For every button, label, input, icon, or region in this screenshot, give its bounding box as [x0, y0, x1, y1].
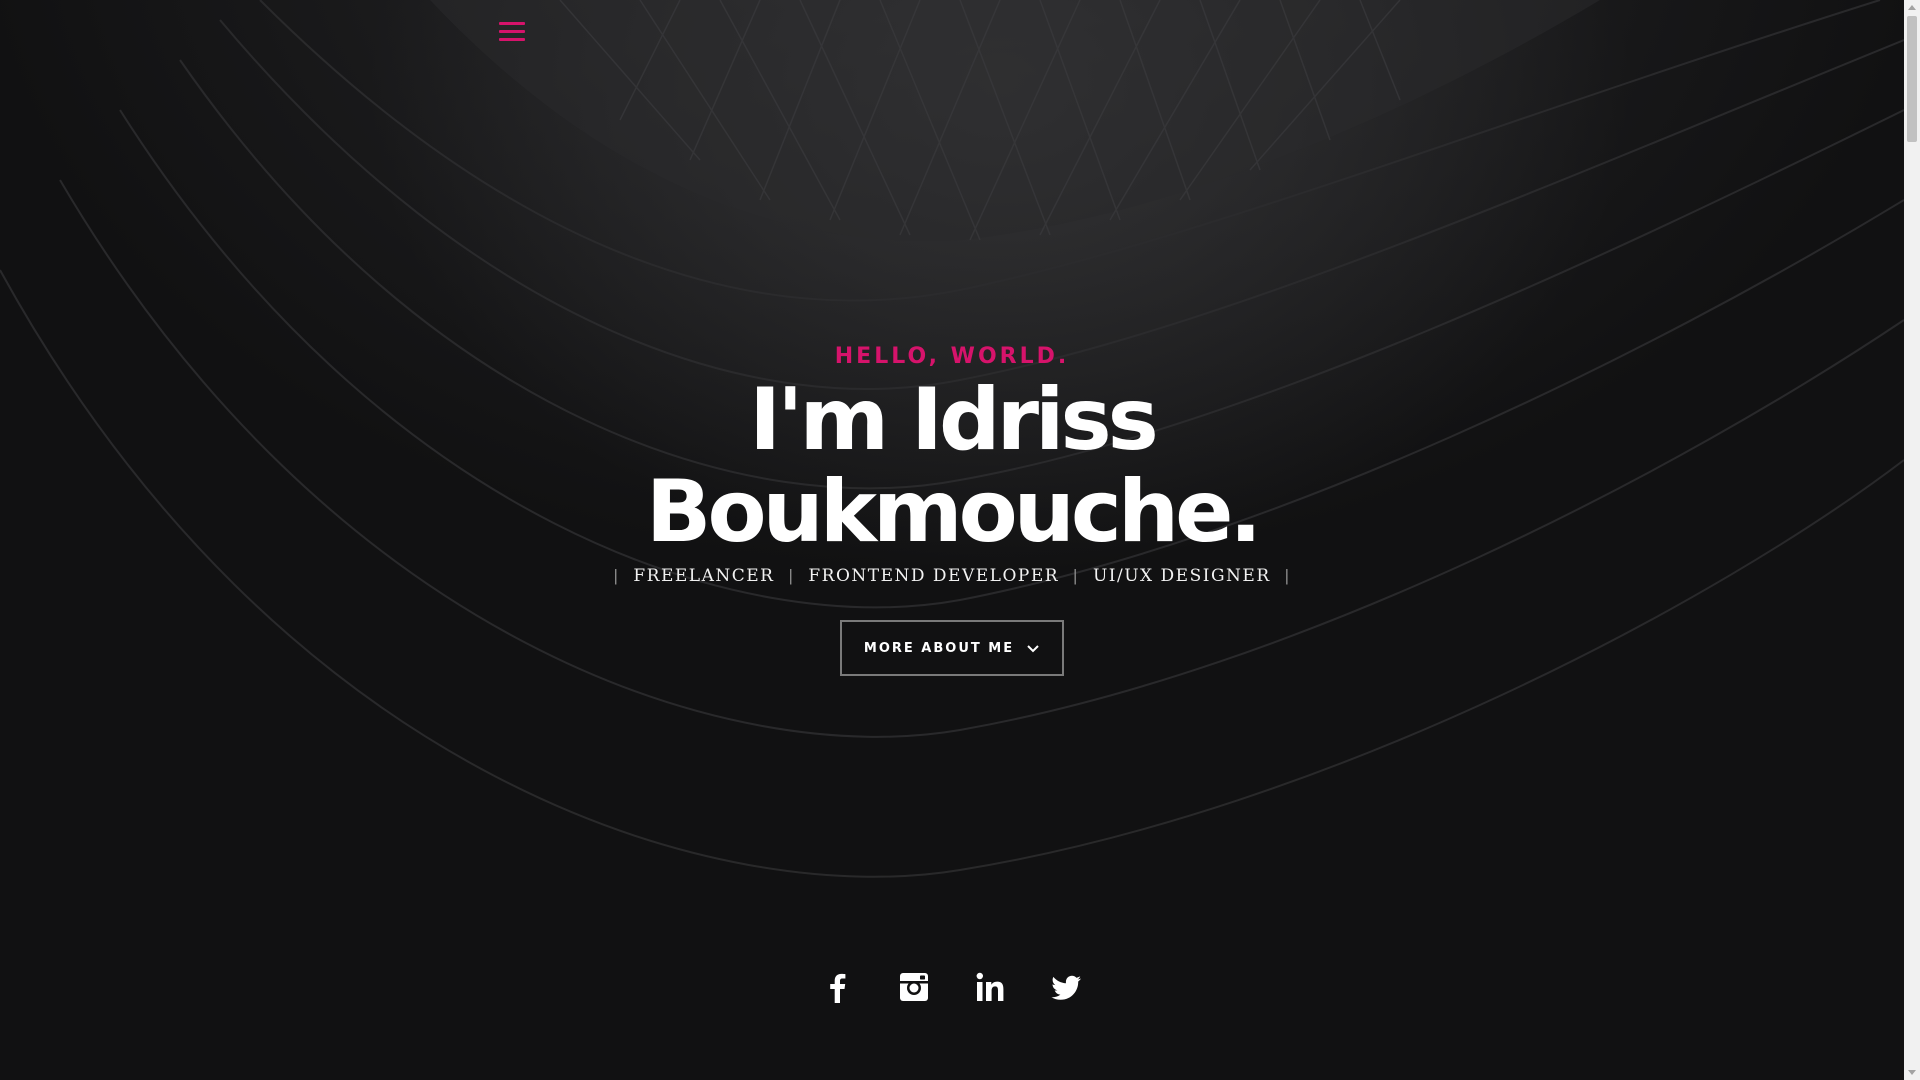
role-separator: |	[1284, 566, 1291, 585]
role-separator: |	[788, 566, 795, 585]
instagram-icon[interactable]	[897, 970, 931, 1004]
role-uiux-designer: UI/UX DESIGNER	[1092, 566, 1271, 586]
roles-list: | FREELANCER | FRONTEND DEVELOPER | UI/U…	[0, 566, 1904, 586]
more-about-me-button[interactable]: MORE ABOUT ME	[840, 620, 1064, 676]
hero-name: I'm Idriss Boukmouche.	[0, 374, 1904, 558]
vertical-scrollbar[interactable]	[1904, 0, 1920, 1080]
page: HELLO, WORLD. I'm Idriss Boukmouche. | F…	[0, 0, 1920, 1080]
scroll-down-icon[interactable]	[1908, 1070, 1916, 1075]
role-frontend-developer: FRONTEND DEVELOPER	[808, 566, 1060, 586]
role-separator: |	[613, 566, 620, 585]
social-links	[0, 970, 1904, 1004]
role-separator: |	[1073, 566, 1079, 585]
linkedin-icon[interactable]	[973, 970, 1007, 1004]
scroll-up-icon[interactable]	[1908, 5, 1916, 10]
role-freelancer: FREELANCER	[633, 566, 775, 586]
facebook-icon[interactable]	[821, 970, 855, 1004]
hero-name-line1: I'm Idriss	[749, 370, 1159, 470]
greeting-text: HELLO, WORLD.	[834, 344, 1070, 369]
hero-name-line2: Boukmouche.	[645, 462, 1262, 562]
hero-content: HELLO, WORLD. I'm Idriss Boukmouche. | F…	[0, 340, 1904, 676]
scrollbar-thumb[interactable]	[1907, 16, 1917, 142]
hamburger-menu-icon[interactable]	[499, 22, 525, 44]
chevron-down-icon	[1027, 645, 1039, 653]
more-about-me-label: MORE ABOUT ME	[863, 640, 1015, 656]
twitter-icon[interactable]	[1049, 970, 1083, 1004]
